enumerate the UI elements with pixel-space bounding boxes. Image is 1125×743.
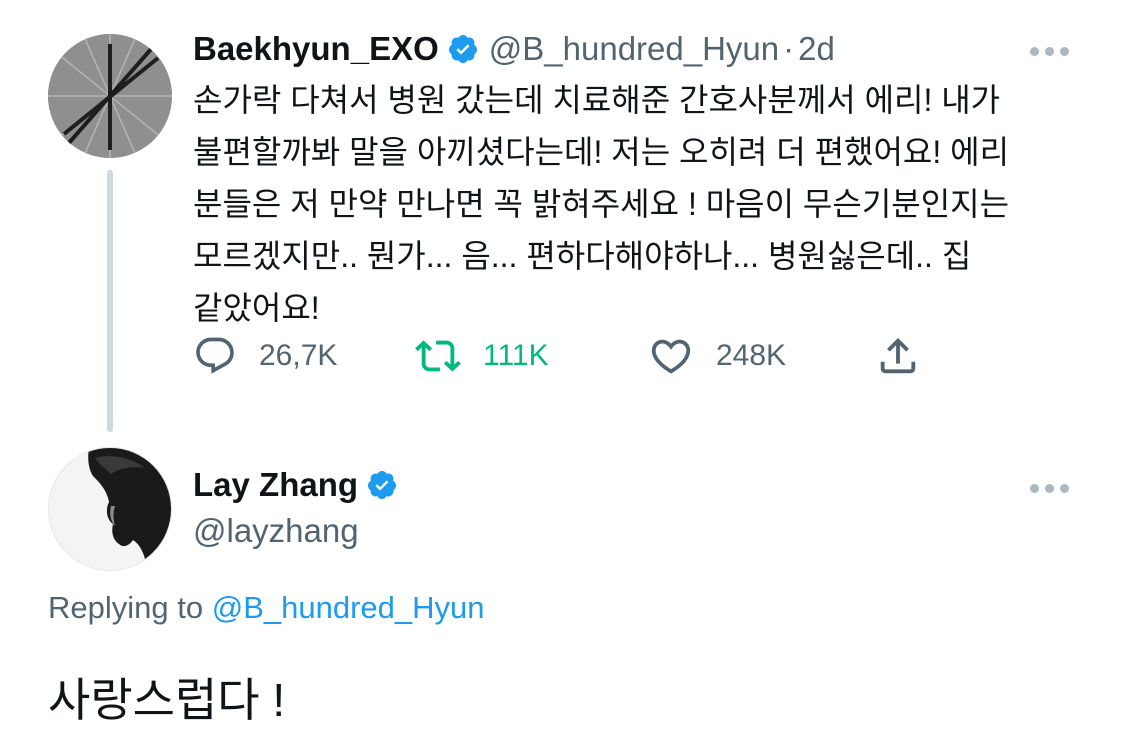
parent-tweet-header: Baekhyun_EXO @B_hundred_Hyun · 2d [193,30,835,68]
more-options-icon[interactable] [1030,484,1069,493]
reply-author-display-name[interactable]: Lay Zhang [193,466,358,504]
exo-logo-avatar-image [48,34,172,158]
replying-to-line: Replying to @B_hundred_Hyun [48,590,484,626]
avatar-baekhyun[interactable] [48,34,172,158]
separator-dot: · [783,30,795,67]
avatar-lay-zhang[interactable] [48,447,172,571]
retweet-count: 111K [483,339,549,372]
replying-to-mention-link[interactable]: @B_hundred_Hyun [212,590,485,625]
tweet-timestamp[interactable]: 2d [798,30,835,68]
replying-to-label: Replying to [48,590,204,625]
share-button[interactable] [875,333,921,379]
verified-badge-icon [366,469,398,501]
heart-icon [651,339,691,374]
reply-tweet-text: 사랑스럽다 ! [48,674,286,726]
like-button[interactable]: 248K [648,333,786,379]
verified-badge-icon [447,33,479,65]
reply-button[interactable]: 26,7K [193,334,337,378]
author-display-name[interactable]: Baekhyun_EXO [193,30,439,68]
reply-count: 26,7K [259,339,338,372]
parent-tweet-text: 손가락 다쳐서 병원 갔는데 치료해준 간호사분께서 에리! 내가 불편할까봐 … [193,82,1010,326]
more-options-icon[interactable] [1030,47,1069,56]
retweet-icon [415,340,461,372]
thread-connector-line [107,170,113,432]
reply-author-handle[interactable]: @layzhang [193,512,359,550]
share-icon [880,337,916,374]
reply-icon [196,337,234,374]
reply-tweet-header: Lay Zhang [193,466,398,504]
profile-photo-image [49,448,171,570]
tweet-action-bar: 26,7K 111K 248K [193,334,953,378]
like-count: 248K [716,339,787,372]
retweet-button[interactable]: 111K [415,333,549,379]
author-handle[interactable]: @B_hundred_Hyun [489,30,779,68]
